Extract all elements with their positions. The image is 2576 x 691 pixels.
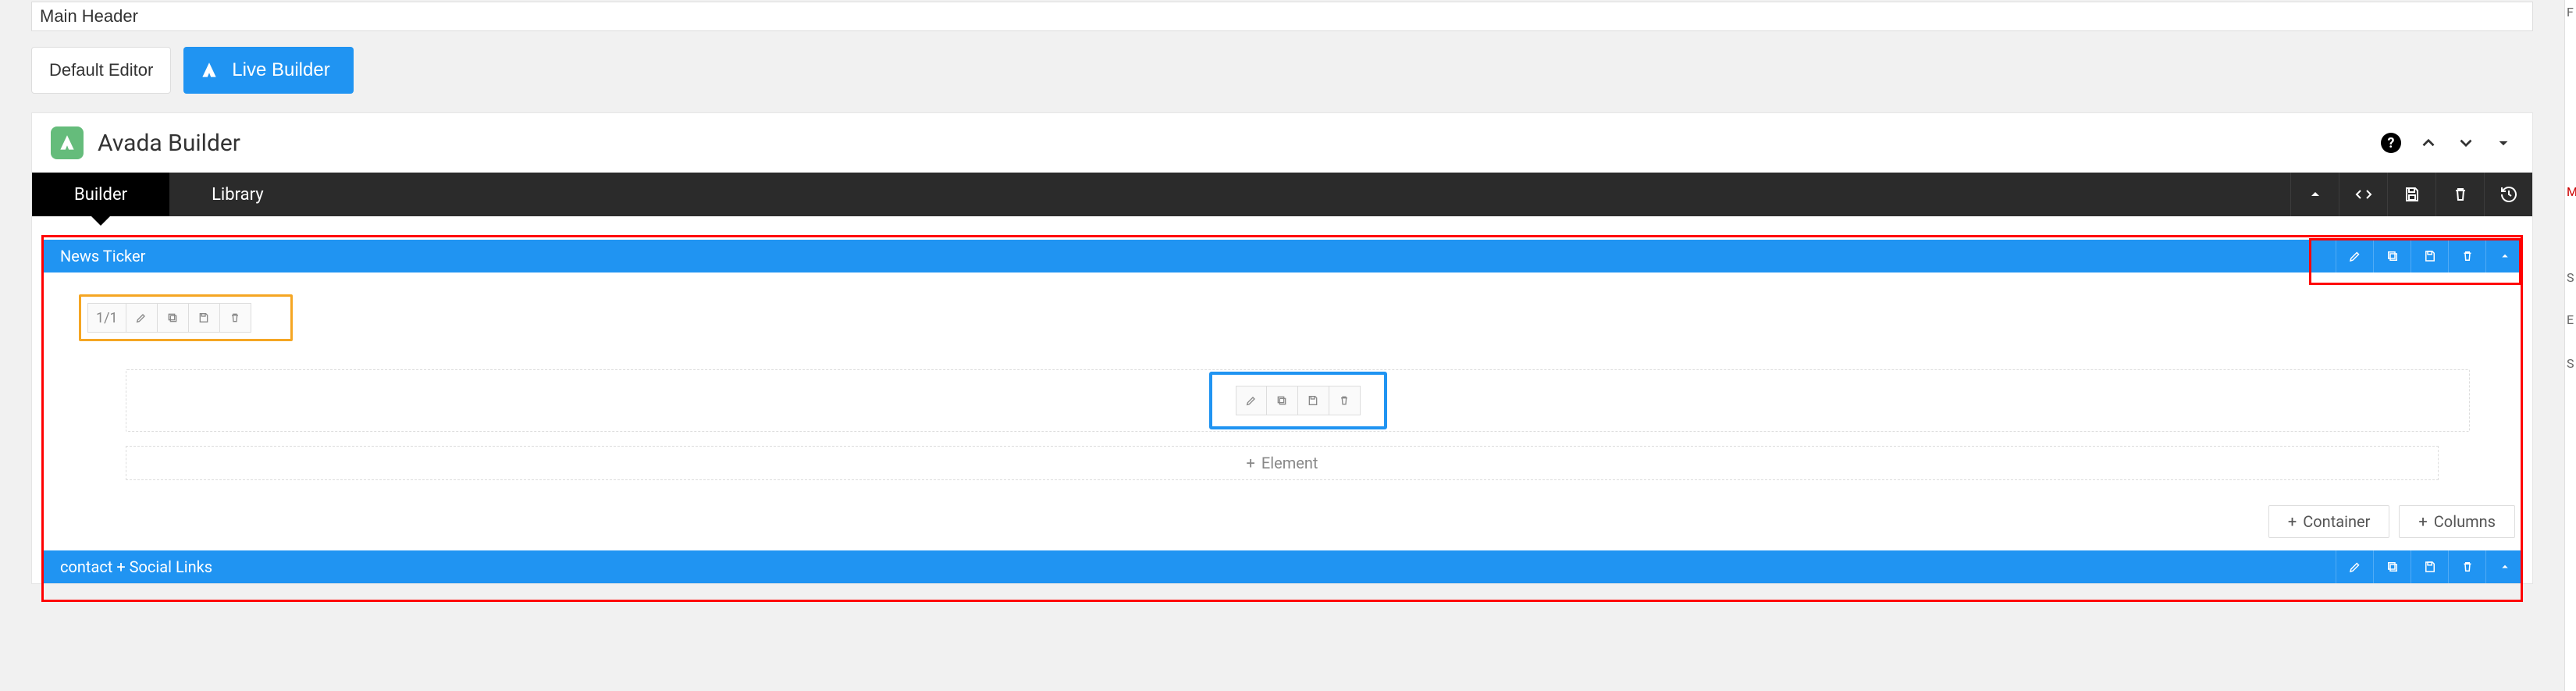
builder-panel: Avada Builder ? Builder: [31, 112, 2533, 584]
builder-canvas: News Ticker: [32, 216, 2532, 546]
tab-library-label: Library: [212, 185, 264, 205]
add-container-label: Container: [2303, 512, 2370, 531]
element-toolbar-highlight: [1209, 372, 1387, 429]
sidebar-stub: F: [2567, 5, 2574, 20]
avada-logo-icon: [51, 126, 84, 159]
container-news-ticker-bar[interactable]: News Ticker: [41, 240, 2523, 272]
container-delete-icon[interactable]: [2448, 240, 2485, 272]
toolbar-code-icon[interactable]: [2339, 173, 2387, 216]
default-editor-button[interactable]: Default Editor: [31, 47, 171, 94]
toolbar-save-icon[interactable]: [2387, 173, 2435, 216]
sidebar-stub: S: [2567, 270, 2574, 285]
sidebar-stub: M: [2567, 184, 2576, 199]
tab-builder-label: Builder: [74, 185, 127, 205]
add-element-label: Element: [1261, 454, 1318, 472]
add-container-button[interactable]: + Container: [2268, 505, 2390, 538]
column-toolbar-highlight: 1/1: [79, 294, 293, 341]
plus-icon: +: [2418, 512, 2427, 531]
help-icon[interactable]: ?: [2381, 133, 2401, 153]
builder-header: Avada Builder ?: [32, 113, 2532, 173]
toolbar-delete-icon[interactable]: [2435, 173, 2484, 216]
container-news-ticker-label: News Ticker: [60, 247, 145, 265]
collapse-header-icon[interactable]: [2493, 133, 2514, 153]
container-collapse-icon[interactable]: [2485, 240, 2523, 272]
title-input[interactable]: [31, 2, 2533, 31]
element-clone-icon[interactable]: [1267, 386, 1298, 415]
container2-save-icon[interactable]: [2411, 550, 2448, 583]
container-contact-social-bar[interactable]: contact + Social Links: [41, 550, 2523, 583]
tab-builder[interactable]: Builder: [32, 173, 169, 216]
builder-tabbar: Builder Library: [32, 173, 2532, 216]
add-columns-button[interactable]: + Columns: [2399, 505, 2515, 538]
builder-title: Avada Builder: [98, 130, 240, 157]
container2-clone-icon[interactable]: [2373, 550, 2411, 583]
container2-delete-icon[interactable]: [2448, 550, 2485, 583]
column-clone-icon[interactable]: [158, 303, 189, 333]
element-delete-icon[interactable]: [1329, 386, 1361, 415]
live-builder-label: Live Builder: [232, 59, 329, 81]
element-save-icon[interactable]: [1298, 386, 1329, 415]
tab-library[interactable]: Library: [169, 173, 306, 216]
right-sidebar-cropped: F M S E S: [2564, 0, 2576, 691]
container2-edit-icon[interactable]: [2336, 550, 2373, 583]
add-element-button[interactable]: + Element: [126, 446, 2439, 480]
add-columns-label: Columns: [2434, 512, 2496, 531]
element-row[interactable]: [126, 369, 2470, 432]
container-contact-social-label: contact + Social Links: [60, 557, 212, 576]
column-delete-icon[interactable]: [220, 303, 251, 333]
column-fraction-label[interactable]: 1/1: [87, 303, 126, 333]
move-up-header-icon[interactable]: [2418, 133, 2439, 153]
container-footer-actions: + Container + Columns: [41, 496, 2523, 546]
container-news-ticker-body: 1/1: [41, 272, 2523, 496]
column-edit-icon[interactable]: [126, 303, 158, 333]
sidebar-stub: S: [2567, 356, 2574, 371]
container2-collapse-icon[interactable]: [2485, 550, 2523, 583]
plus-icon: +: [1247, 454, 1255, 472]
element-edit-icon[interactable]: [1236, 386, 1267, 415]
move-down-header-icon[interactable]: [2456, 133, 2476, 153]
avada-logo-mini-icon: [199, 60, 219, 80]
container-edit-icon[interactable]: [2336, 240, 2373, 272]
column-save-icon[interactable]: [189, 303, 220, 333]
live-builder-button[interactable]: Live Builder: [183, 47, 353, 94]
editor-mode-row: Default Editor Live Builder: [0, 31, 2564, 112]
plus-icon: +: [2288, 512, 2297, 531]
toolbar-collapse-icon[interactable]: [2290, 173, 2339, 216]
toolbar-history-icon[interactable]: [2484, 173, 2532, 216]
sidebar-stub: E: [2567, 312, 2574, 327]
container-save-icon[interactable]: [2411, 240, 2448, 272]
default-editor-label: Default Editor: [49, 60, 153, 80]
container-clone-icon[interactable]: [2373, 240, 2411, 272]
